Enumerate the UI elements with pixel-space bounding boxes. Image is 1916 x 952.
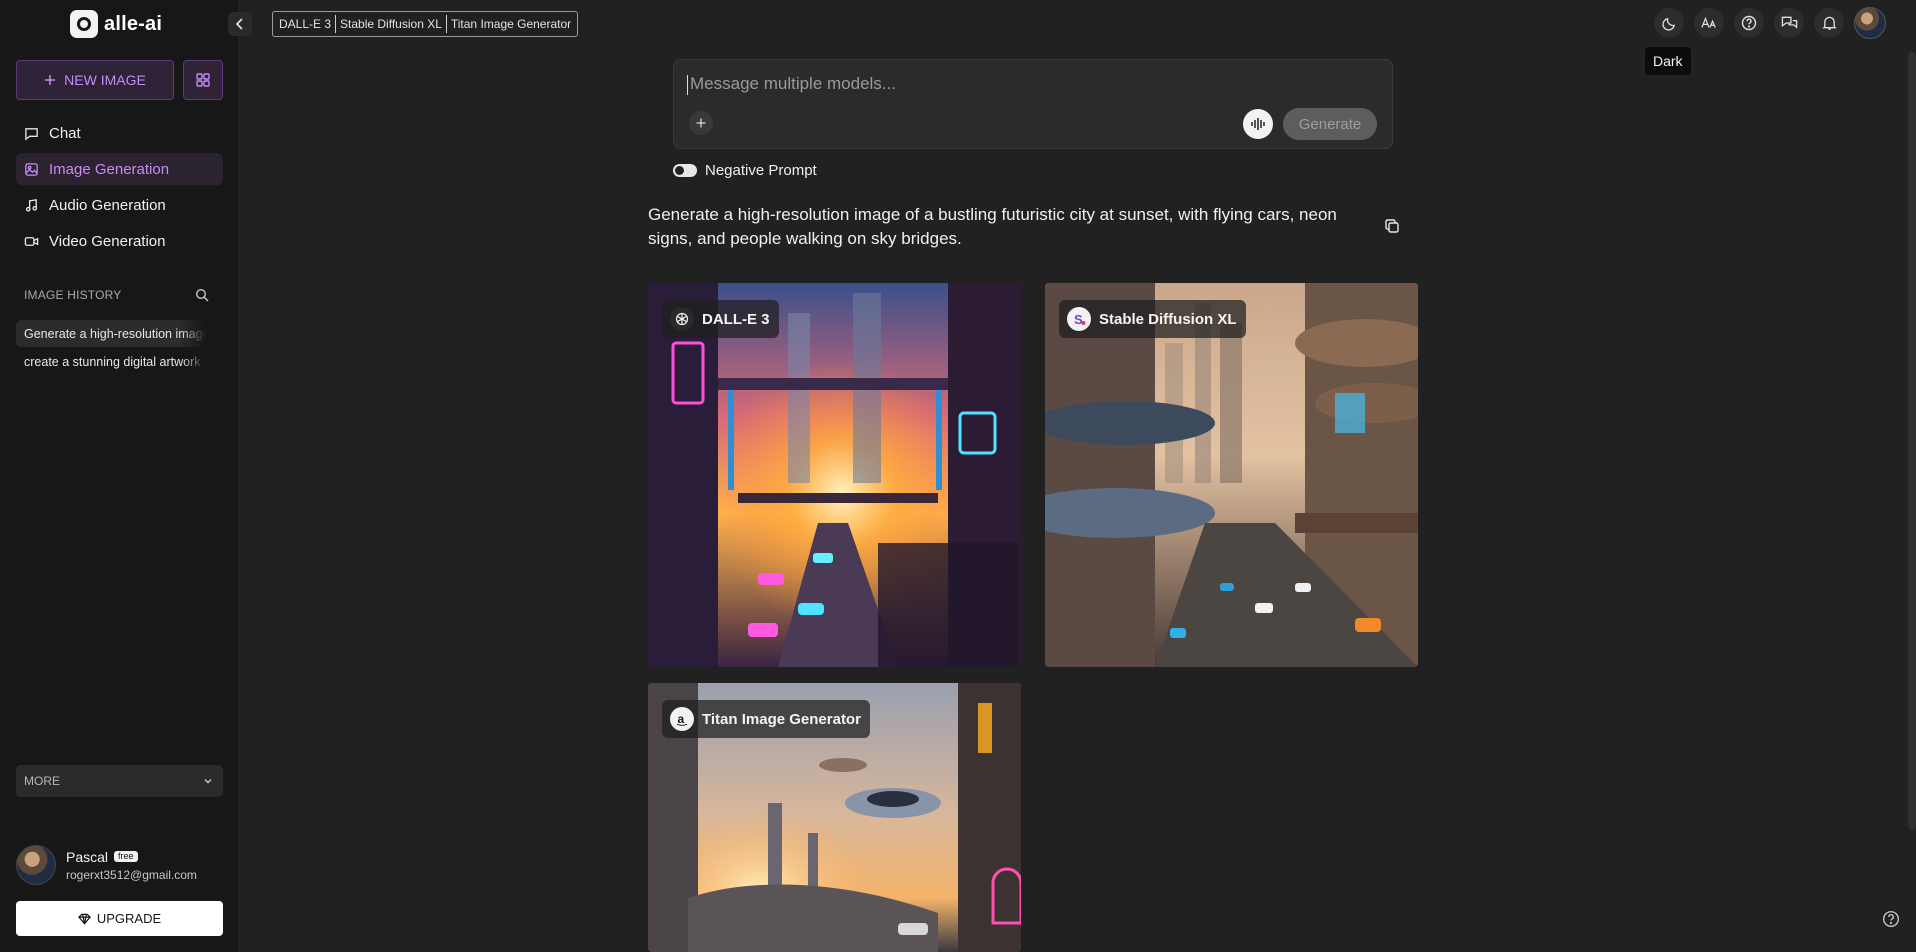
prompt-composer: Message multiple models... Generate [673, 59, 1393, 149]
new-image-label: NEW IMAGE [64, 72, 146, 88]
sidebar-item-label: Image Generation [49, 160, 170, 178]
search-icon[interactable] [195, 288, 209, 302]
sidebar-item-label: Audio Generation [49, 196, 166, 214]
grid-view-button[interactable] [183, 60, 223, 100]
help-button[interactable] [1734, 8, 1764, 38]
upgrade-label: UPGRADE [96, 911, 162, 926]
image-history-title: IMAGE HISTORY [24, 288, 122, 302]
chevron-left-icon [235, 18, 243, 30]
upgrade-button[interactable]: UPGRADE [16, 901, 223, 936]
diamond-icon [77, 913, 91, 925]
svg-text:S: S [1074, 312, 1083, 327]
collapse-sidebar-button[interactable] [228, 12, 252, 36]
user-email: rogerxt3512@gmail.com [66, 867, 197, 882]
result-card-titan-image-generator[interactable]: a Titan Image Generator [648, 683, 1021, 952]
history-item[interactable]: Generate a high-resolution image of a bu… [16, 320, 223, 347]
generated-image [648, 283, 1021, 667]
new-image-button[interactable]: NEW IMAGE [16, 60, 174, 100]
feedback-button[interactable] [1774, 8, 1804, 38]
stability-logo-icon: S [1067, 307, 1091, 331]
sidebar: alle-ai NEW IMAGE Chat Image Generation … [0, 0, 238, 952]
music-icon [25, 198, 38, 212]
grid-icon [196, 73, 210, 87]
plus-icon [45, 75, 56, 85]
model-name: Titan Image Generator [702, 710, 861, 728]
image-icon [25, 162, 38, 176]
plan-badge: free [114, 851, 138, 862]
user-name: Pascal [66, 848, 109, 865]
chat-icon [25, 127, 38, 140]
voice-input-button[interactable] [1243, 109, 1273, 139]
user-profile[interactable]: Pascal free rogerxt3512@gmail.com [16, 845, 223, 885]
amazon-logo-icon: a [670, 707, 694, 731]
font-size-button[interactable] [1694, 8, 1724, 38]
svg-text:a: a [678, 712, 685, 726]
generated-image [1045, 283, 1418, 667]
model-name: DALL-E 3 [702, 310, 770, 328]
sidebar-item-chat[interactable]: Chat [16, 117, 223, 149]
selected-models[interactable]: DALL-E 3 Stable Diffusion XL Titan Image… [272, 11, 579, 37]
result-card-dalle-3[interactable]: DALL-E 3 [648, 283, 1021, 667]
copy-icon[interactable] [1384, 218, 1400, 234]
notifications-button[interactable] [1814, 8, 1844, 38]
alle-ai-logo-icon [70, 10, 98, 38]
video-icon [24, 236, 39, 246]
result-card-stable-diffusion-xl[interactable]: S Stable Diffusion XL [1045, 283, 1418, 667]
sidebar-item-audio-generation[interactable]: Audio Generation [16, 189, 223, 221]
negative-prompt-label: Negative Prompt [705, 162, 817, 179]
model-chip: Titan Image Generator [445, 15, 575, 33]
generate-button[interactable]: Generate [1283, 108, 1377, 140]
model-label: a Titan Image Generator [662, 700, 870, 738]
attach-button[interactable] [689, 111, 713, 135]
sidebar-item-video-generation[interactable]: Video Generation [16, 225, 223, 257]
model-name: Stable Diffusion XL [1099, 310, 1237, 328]
avatar [16, 845, 56, 885]
image-history-list: Generate a high-resolution image of a bu… [16, 320, 223, 376]
model-label: DALL-E 3 [662, 300, 779, 338]
model-chip: Stable Diffusion XL [335, 15, 446, 33]
bell-icon [1821, 16, 1837, 30]
model-label: S Stable Diffusion XL [1059, 300, 1246, 338]
prompt-input[interactable]: Message multiple models... [687, 74, 896, 95]
app-name: alle-ai [104, 12, 163, 35]
top-toolbar [1654, 7, 1886, 39]
image-history-header: IMAGE HISTORY [24, 288, 209, 302]
plus-icon [696, 118, 706, 128]
sidebar-item-label: Video Generation [49, 232, 166, 250]
user-info: Pascal free rogerxt3512@gmail.com [66, 849, 197, 882]
negative-prompt-toggle-row: Negative Prompt [673, 162, 817, 179]
sidebar-item-label: Chat [49, 124, 81, 142]
app-logo[interactable]: alle-ai [70, 10, 162, 38]
history-item[interactable]: create a stunning digital artwork [16, 348, 223, 375]
more-dropdown[interactable]: MORE [16, 765, 223, 797]
sidebar-nav: Chat Image Generation Audio Generation V… [16, 117, 223, 261]
negative-prompt-toggle[interactable] [673, 164, 697, 177]
help-circle-icon[interactable] [1882, 910, 1900, 928]
chevron-down-icon [204, 779, 212, 784]
profile-avatar-button[interactable] [1854, 7, 1886, 39]
theme-toggle-button[interactable] [1654, 8, 1684, 38]
model-chip: DALL-E 3 [279, 17, 332, 31]
moon-icon [1661, 17, 1675, 31]
messages-icon [1781, 16, 1797, 29]
page-scrollbar[interactable] [1908, 52, 1916, 830]
submitted-prompt: Generate a high-resolution image of a bu… [648, 205, 1337, 248]
audio-wave-icon [1251, 118, 1265, 130]
theme-tooltip: Dark [1645, 47, 1691, 75]
more-label: MORE [24, 774, 60, 788]
text-size-icon [1701, 17, 1716, 28]
help-circle-icon [1741, 15, 1757, 31]
sidebar-item-image-generation[interactable]: Image Generation [16, 153, 223, 185]
openai-logo-icon [670, 307, 694, 331]
